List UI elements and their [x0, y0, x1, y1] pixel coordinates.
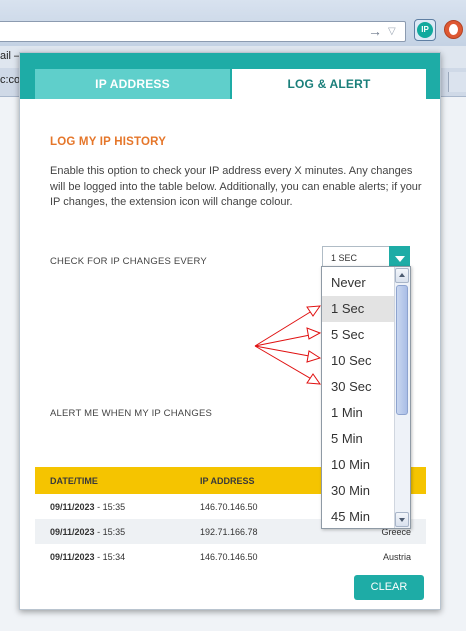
dropdown-option-never[interactable]: Never — [322, 270, 394, 296]
dropdown-option-30-min[interactable]: 30 Min — [322, 478, 394, 504]
scroll-up-icon[interactable] — [395, 268, 409, 283]
bookmark-item[interactable]: ail – — [0, 50, 20, 62]
row-datetime: 09/11/2023 - 15:35 — [50, 502, 126, 512]
ip-extension-icon[interactable]: IP — [414, 19, 436, 41]
row-datetime: 09/11/2023 - 15:35 — [50, 527, 126, 537]
dropdown-option-45-min[interactable]: 45 Min — [322, 504, 394, 528]
dropdown-option-30-sec[interactable]: 30 Sec — [322, 374, 394, 400]
dropdown-option-1-min[interactable]: 1 Min — [322, 400, 394, 426]
section-description: Enable this option to check your IP addr… — [50, 165, 422, 208]
header-datetime: DATE/TIME — [50, 476, 98, 486]
header-ip-address: IP ADDRESS — [200, 476, 255, 486]
row-ip: 146.70.146.50 — [200, 502, 258, 512]
row-ip: 146.70.146.50 — [200, 552, 258, 562]
table-row: 09/11/2023 - 15:34 146.70.146.50 Austria — [35, 544, 426, 569]
scrollbar-thumb[interactable] — [396, 285, 408, 415]
url-bar[interactable] — [0, 21, 406, 42]
check-interval-label: CHECK FOR IP CHANGES EVERY — [50, 256, 207, 267]
browser-tab-edge[interactable] — [448, 72, 466, 92]
scroll-down-icon[interactable] — [395, 512, 409, 527]
row-country: Austria — [382, 552, 411, 562]
row-ip: 192.71.166.78 — [200, 527, 258, 537]
row-datetime: 09/11/2023 - 15:34 — [50, 552, 126, 562]
dropdown-option-1-sec[interactable]: 1 Sec — [322, 296, 394, 322]
dropdown-option-5-sec[interactable]: 5 Sec — [322, 322, 394, 348]
url-dropdown-icon[interactable]: ▽ — [388, 22, 402, 40]
alert-label: ALERT ME WHEN MY IP CHANGES — [50, 408, 213, 419]
go-arrow-icon[interactable]: → — [368, 22, 382, 40]
interval-select-value: 1 SEC — [331, 253, 358, 263]
tab-log-alert[interactable]: LOG & ALERT — [232, 69, 426, 99]
duckduckgo-icon[interactable] — [444, 20, 463, 39]
dropdown-option-5-min[interactable]: 5 Min — [322, 426, 394, 452]
browser-tab[interactable]: c:co — [0, 74, 20, 86]
dropdown-option-10-min[interactable]: 10 Min — [322, 452, 394, 478]
tab-ip-address[interactable]: IP ADDRESS — [35, 69, 230, 99]
dropdown-option-10-sec[interactable]: 10 Sec — [322, 348, 394, 374]
interval-dropdown-list: Never 1 Sec 5 Sec 10 Sec 30 Sec 1 Min 5 … — [321, 266, 411, 529]
section-title: LOG MY IP HISTORY — [50, 136, 167, 148]
ip-extension-label: IP — [417, 22, 433, 38]
clear-button[interactable]: CLEAR — [354, 575, 424, 600]
